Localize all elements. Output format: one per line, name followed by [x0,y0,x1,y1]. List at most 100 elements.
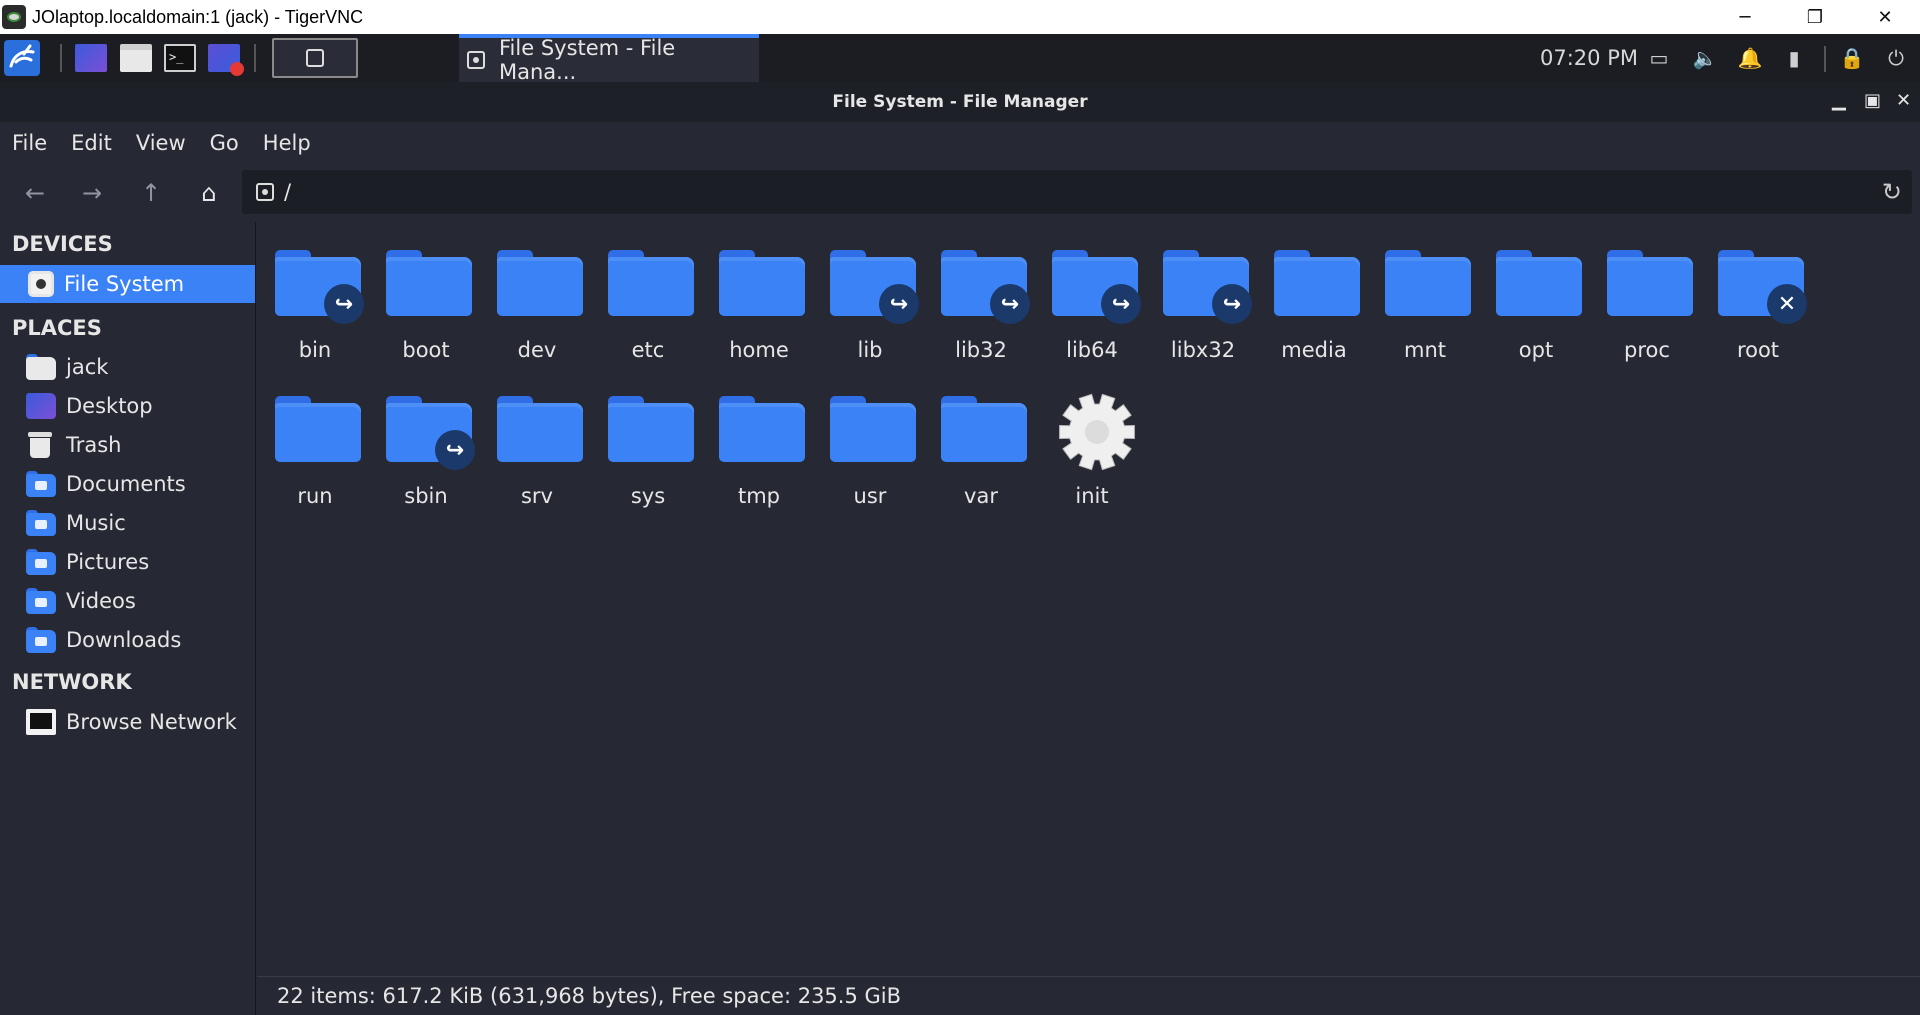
drive-icon [256,183,274,201]
file-item-tmp[interactable]: tmp [704,388,814,518]
sidebar-item-file-system[interactable]: File System [0,265,255,303]
documents-folder-icon [26,471,56,497]
file-item-opt[interactable]: opt [1481,242,1591,372]
file-item-label: opt [1518,338,1554,362]
symlink-arrow-icon: ↪ [324,284,364,324]
battery-icon[interactable]: ▮ [1782,46,1806,70]
file-manager-titlebar: File System - File Manager ▁ ▣ ✕ [0,82,1920,122]
file-item-label: sbin [404,484,448,508]
window-maximize-icon[interactable]: ▣ [1864,90,1881,111]
file-item-var[interactable]: var [926,388,1036,518]
panel-separator [1824,46,1826,72]
file-item-label: mnt [1404,338,1446,362]
file-item-sys[interactable]: sys [593,388,703,518]
file-item-lib[interactable]: ↪ lib [815,242,925,372]
sidebar-item-documents[interactable]: Documents [0,465,255,503]
file-item-label: root [1736,338,1780,362]
clock[interactable]: 07:20 PM [1540,34,1638,82]
file-item-boot[interactable]: boot [371,242,481,372]
drive-icon [467,51,485,69]
menu-file[interactable]: File [12,131,47,155]
file-item-init[interactable]: init [1037,388,1147,518]
volume-icon[interactable]: 🔈 [1693,46,1718,70]
kali-menu-icon[interactable] [4,40,40,76]
sidebar-item-jack[interactable]: jack [0,348,255,386]
file-item-mnt[interactable]: mnt [1370,242,1480,372]
folder-icon [275,396,361,462]
file-item-media[interactable]: media [1259,242,1369,372]
file-item-bin[interactable]: ↪ bin [260,242,370,372]
sidebar-item-browse-network[interactable]: Browse Network [0,703,255,741]
sidebar-item-label: Downloads [66,628,182,652]
location-path[interactable]: / [284,180,291,204]
file-item-sbin[interactable]: ↪ sbin [371,388,481,518]
icon-view[interactable]: ↪ bin boot dev etc home ↪ lib ↪ lib32 ↪ lib64 ↪ libx3… [257,222,1920,974]
host-window-title: JOlaptop.localdomain:1 (jack) - TigerVNC [32,6,364,27]
sidebar-item-label: Trash [66,433,122,457]
back-arrow-icon[interactable]: ← [20,178,50,208]
minimize-button[interactable]: ─ [1710,0,1780,34]
network-icon [26,709,56,735]
up-arrow-icon[interactable]: ↑ [136,178,166,208]
file-item-label: usr [853,484,887,508]
reload-icon[interactable]: ↻ [1882,178,1902,206]
menu-view[interactable]: View [136,131,186,155]
window-close-icon[interactable]: ✕ [1896,90,1911,111]
menu-help[interactable]: Help [263,131,311,155]
file-manager-launcher-icon[interactable] [120,44,152,72]
folder-icon [1274,250,1360,316]
restore-button[interactable]: ❐ [1780,0,1850,34]
menu-edit[interactable]: Edit [71,131,112,155]
workspace-switcher[interactable] [272,38,358,78]
home-icon[interactable]: ⌂ [194,178,224,208]
window-title: File System - File Manager [832,92,1088,112]
file-item-srv[interactable]: srv [482,388,592,518]
sidebar-item-pictures[interactable]: Pictures [0,543,255,581]
file-item-proc[interactable]: proc [1592,242,1702,372]
file-item-etc[interactable]: etc [593,242,703,372]
sidebar-item-music[interactable]: Music [0,504,255,542]
symlink-arrow-icon: ↪ [990,284,1030,324]
file-item-home[interactable]: home [704,242,814,372]
pictures-folder-icon [26,549,56,575]
drive-icon [28,271,54,297]
show-desktop-icon[interactable] [75,44,107,72]
file-item-label: run [297,484,333,508]
file-item-usr[interactable]: usr [815,388,925,518]
taskbar-window-button[interactable]: File System - File Mana... [459,34,759,84]
file-item-libx32[interactable]: ↪ libx32 [1148,242,1258,372]
notifications-bell-icon[interactable]: 🔔 [1738,46,1763,70]
file-item-label: init [1075,484,1109,508]
file-item-dev[interactable]: dev [482,242,592,372]
file-item-run[interactable]: run [260,388,370,518]
status-bar: 22 items: 617.2 KiB (631,968 bytes), Fre… [257,976,1920,1015]
display-icon[interactable]: ▭ [1647,46,1671,70]
menu-bar: File Edit View Go Help [0,122,1920,164]
sidebar-item-downloads[interactable]: Downloads [0,621,255,659]
folder-icon [719,396,805,462]
location-bar[interactable]: / ↻ [242,170,1912,214]
terminal-launcher-icon[interactable]: >_ [164,44,196,72]
sidebar-item-videos[interactable]: Videos [0,582,255,620]
file-item-label: srv [520,484,553,508]
sidebar: DEVICES File System PLACES jack Desktop … [0,222,256,1015]
home-folder-icon [26,354,56,380]
logout-icon[interactable]: ⏻ [1884,46,1908,70]
menu-go[interactable]: Go [210,131,239,155]
screen-recorder-icon[interactable] [208,44,244,76]
file-item-lib64[interactable]: ↪ lib64 [1037,242,1147,372]
lock-icon[interactable]: 🔒 [1840,46,1865,70]
sidebar-item-trash[interactable]: Trash [0,426,255,464]
close-button[interactable]: ✕ [1850,0,1920,34]
forward-arrow-icon[interactable]: → [77,178,107,208]
file-item-label: media [1281,338,1347,362]
window-minimize-icon[interactable]: ▁ [1832,90,1846,111]
file-item-root[interactable]: ✕ root [1703,242,1813,372]
workspace-window-icon [306,49,324,67]
sidebar-item-label: File System [64,272,185,296]
sidebar-heading-places: PLACES [12,316,102,340]
file-item-lib32[interactable]: ↪ lib32 [926,242,1036,372]
sidebar-item-label: jack [66,355,109,379]
symlink-arrow-icon: ↪ [1101,284,1141,324]
sidebar-item-desktop[interactable]: Desktop [0,387,255,425]
